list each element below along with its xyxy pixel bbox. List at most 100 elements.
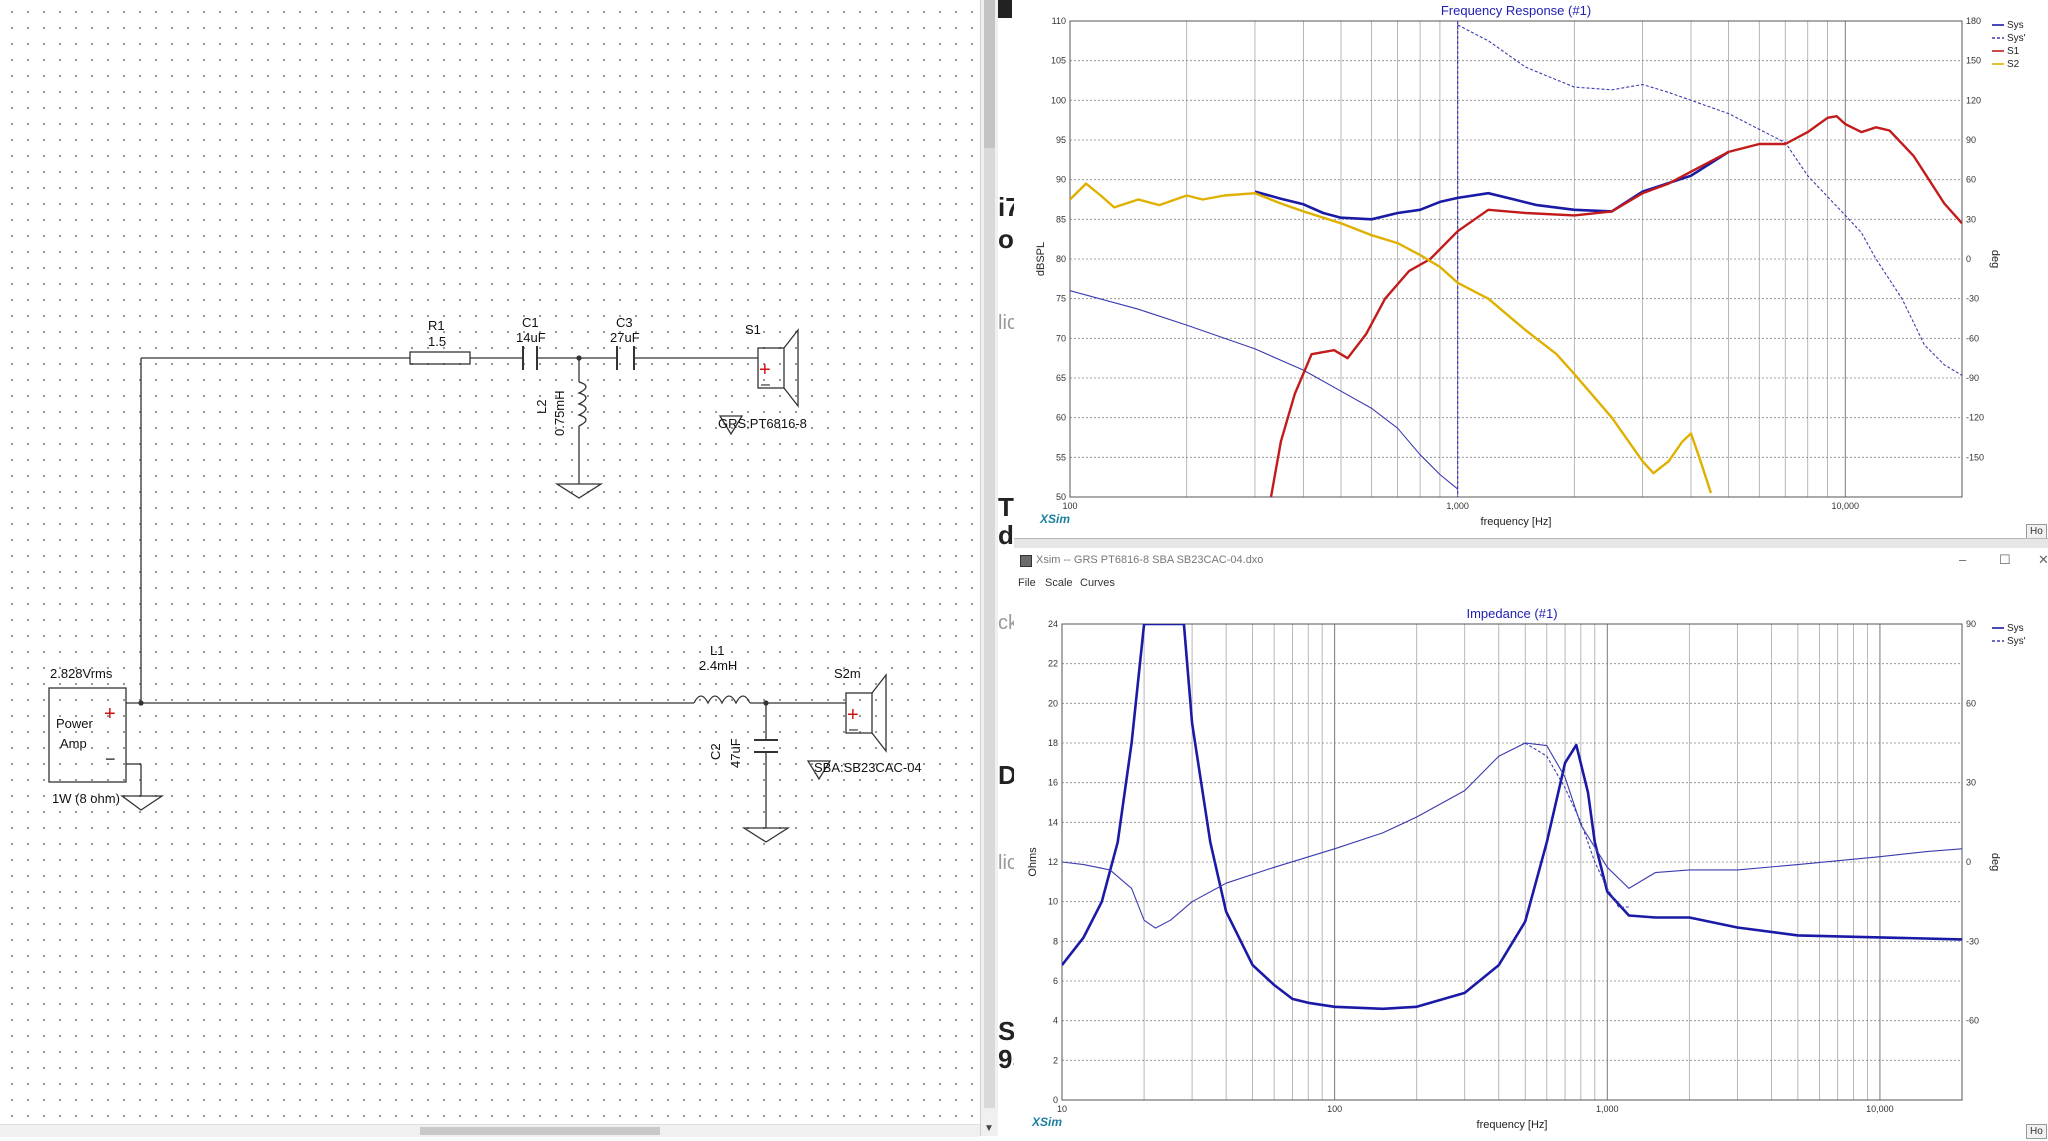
- y-tick-label: 55: [1056, 452, 1066, 462]
- amp-minus: −: [105, 749, 116, 769]
- c2-value: 47uF: [728, 738, 743, 768]
- background-window-strip: i7 o lic Tdr ck Dlic Si 95: [998, 0, 1027, 1136]
- legend-label: Sys: [2007, 20, 2024, 31]
- close-button[interactable]: ✕: [2038, 552, 2048, 568]
- y-tick-label: 20: [1048, 698, 1058, 708]
- s1-speaker-cone: [783, 328, 799, 408]
- y-tick-label: 12: [1048, 857, 1058, 867]
- s2-speaker-cone: [871, 673, 887, 753]
- y-tick-label: 6: [1053, 976, 1058, 986]
- y-tick-label: 85: [1056, 214, 1066, 224]
- r1-resistor[interactable]: [409, 351, 471, 365]
- l1-name: L1: [710, 643, 724, 658]
- y-axis-label: dBSPL: [1035, 242, 1047, 276]
- l2-name: L2: [534, 400, 549, 414]
- scrollbar-track[interactable]: [984, 148, 995, 1108]
- fragment-3: T: [998, 492, 1014, 522]
- dark-corner: [998, 0, 1012, 18]
- s1-name: S1: [745, 322, 761, 337]
- schematic-drawing: + + – – R1 1.5 C1 14uF C3 27uF L2 0.75mH…: [48, 315, 922, 843]
- y-tick-label: 105: [1051, 56, 1066, 66]
- amp-label-line2: Amp: [60, 736, 87, 751]
- chart-title: Impedance (#1): [1466, 606, 1557, 621]
- y-tick-label: 22: [1048, 659, 1058, 669]
- window-title: Xsim -- GRS PT6816-8 SBA SB23CAC-04.dxo: [1036, 554, 1264, 566]
- c3-name: C3: [616, 315, 633, 330]
- ground-symbol: [120, 795, 165, 811]
- minimize-button[interactable]: –: [1959, 552, 1966, 567]
- x-tick-label: 100: [1327, 1104, 1342, 1114]
- vertical-scrollbar[interactable]: ▼: [980, 0, 999, 1136]
- y2-tick-label: -150: [1966, 452, 1984, 462]
- y-tick-label: 16: [1048, 778, 1058, 788]
- y-tick-label: 110: [1052, 16, 1066, 26]
- frequency-response-chart: Frequency Response (#1)50556065707580859…: [1035, 3, 2026, 528]
- y2-axis-label: deg: [1989, 250, 2001, 268]
- y2-tick-label: 90: [1966, 619, 1976, 629]
- y2-tick-label: 30: [1966, 778, 1976, 788]
- schematic-canvas[interactable]: + + – – R1 1.5 C1 14uF C3 27uF L2 0.75mH…: [0, 0, 980, 1136]
- series-s1-line: [1269, 115, 1962, 497]
- y-tick-label: 70: [1056, 333, 1066, 343]
- y-tick-label: 8: [1053, 936, 1058, 946]
- y-tick-label: 14: [1048, 817, 1058, 827]
- l2-inductor[interactable]: [577, 381, 587, 427]
- c1-value: 14uF: [516, 330, 546, 345]
- y-tick-label: 95: [1056, 135, 1066, 145]
- corner-tab-top[interactable]: Ho: [2026, 524, 2047, 539]
- menu-file[interactable]: File: [1018, 577, 1036, 589]
- series-phase-line: [1070, 290, 1459, 490]
- y2-tick-label: -120: [1966, 413, 1984, 423]
- y-tick-label: 100: [1051, 95, 1066, 105]
- y2-tick-label: -60: [1966, 333, 1979, 343]
- legend-label: Sys': [2007, 636, 2026, 647]
- y-tick-label: 80: [1056, 254, 1066, 264]
- xsim-watermark: XSim: [1039, 512, 1070, 526]
- y-tick-label: 24: [1048, 619, 1058, 629]
- scroll-down-arrow-icon[interactable]: ▼: [984, 1123, 994, 1134]
- menu-curves[interactable]: Curves: [1080, 577, 1115, 589]
- y-tick-label: 75: [1056, 294, 1066, 304]
- x-axis-label: frequency [Hz]: [1477, 1119, 1548, 1131]
- xsim-window-titlebar[interactable]: Xsim -- GRS PT6816-8 SBA SB23CAC-04.dxo …: [1014, 548, 2048, 575]
- y-tick-label: 10: [1048, 897, 1058, 907]
- impedance-chart: Impedance (#1)024681012141618202224-60-3…: [1027, 606, 2026, 1131]
- s1-model: GRS:PT6816-8: [718, 416, 807, 431]
- maximize-button[interactable]: ☐: [1999, 552, 2011, 568]
- x-tick-label: 10,000: [1866, 1104, 1894, 1114]
- l1-value: 2.4mH: [699, 658, 737, 673]
- ground-symbol: [554, 483, 604, 499]
- y2-tick-label: -30: [1966, 936, 1979, 946]
- y2-tick-label: 0: [1966, 254, 1971, 264]
- y2-tick-label: 90: [1966, 135, 1976, 145]
- horizontal-scrollbar[interactable]: [0, 1124, 980, 1137]
- fragment-1: o: [998, 224, 1014, 254]
- junction-dot: [138, 700, 144, 706]
- x-axis-label: frequency [Hz]: [1481, 516, 1552, 528]
- scrollbar-thumb[interactable]: [420, 1127, 660, 1135]
- r1-value: 1.5: [428, 334, 446, 349]
- menu-scale[interactable]: Scale: [1045, 577, 1073, 589]
- y2-tick-label: -60: [1966, 1016, 1979, 1026]
- xsim-watermark: XSim: [1031, 1115, 1062, 1129]
- y2-axis-label: deg: [1989, 853, 2001, 871]
- chart-title: Frequency Response (#1): [1441, 3, 1591, 18]
- l1-inductor[interactable]: [693, 695, 751, 705]
- amp-label-line1: Power: [56, 716, 94, 731]
- c1-name: C1: [522, 315, 539, 330]
- x-tick-label: 1,000: [1596, 1104, 1619, 1114]
- series-phase-line: [1062, 742, 1962, 929]
- s2-name: S2m: [834, 666, 861, 681]
- y2-tick-label: 180: [1966, 16, 1981, 26]
- scrollbar-thumb[interactable]: [984, 0, 995, 148]
- y-tick-label: 2: [1053, 1055, 1058, 1065]
- junction-dot: [576, 355, 582, 361]
- app-icon: [1020, 555, 1032, 567]
- frequency-response-panel: Frequency Response (#1) 50 55 60 65 70 75 80 85 9…: [1014, 0, 2048, 538]
- legend-label: S1: [2007, 46, 2020, 57]
- x-tick-label: 10,000: [1832, 501, 1860, 511]
- y2-tick-label: 120: [1966, 95, 1981, 105]
- y2-tick-label: -30: [1966, 294, 1979, 304]
- impedance-panel: Impedance (#1) 0 2 4 6 8 10 12 14 16 18 20 22 24 -60 -3…: [1014, 548, 2048, 1136]
- corner-tab-bottom[interactable]: Ho: [2026, 1124, 2047, 1139]
